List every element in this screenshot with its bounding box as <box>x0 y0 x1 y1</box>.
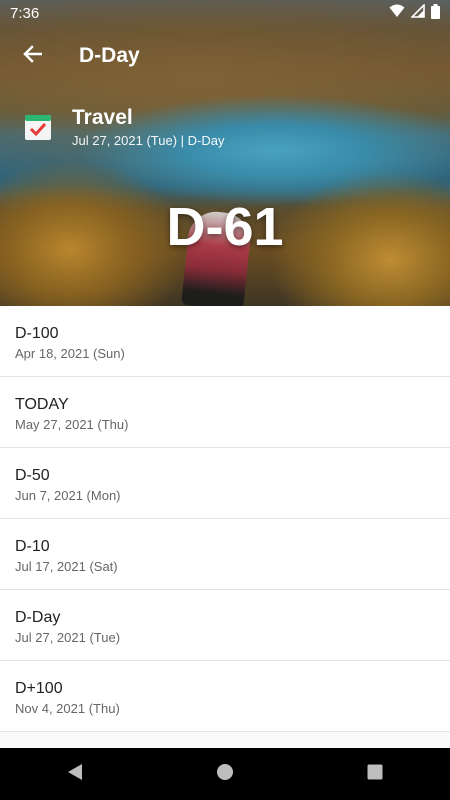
app-bar: D-Day <box>0 26 450 86</box>
page-title: D-Day <box>79 44 140 67</box>
milestone-date: Nov 4, 2021 (Thu) <box>15 701 120 716</box>
nav-recents-button[interactable] <box>345 748 405 800</box>
arrow-back-icon <box>22 44 43 69</box>
milestone-label: D+100 <box>15 680 63 697</box>
milestone-label: TODAY <box>15 396 69 413</box>
status-time: 7:36 <box>10 4 40 22</box>
milestone-date: May 27, 2021 (Thu) <box>15 417 129 432</box>
list-item[interactable]: TODAY May 27, 2021 (Thu) <box>0 377 450 448</box>
event-title: Travel <box>72 106 133 129</box>
status-icons <box>389 3 440 23</box>
back-button[interactable] <box>2 26 62 86</box>
list-item[interactable]: D+100 Nov 4, 2021 (Thu) <box>0 661 450 732</box>
signal-icon <box>410 3 425 22</box>
status-bar: 7:36 <box>0 0 450 26</box>
event-subtitle: Jul 27, 2021 (Tue) | D-Day <box>72 133 225 148</box>
countdown-display: D-61 <box>166 197 284 257</box>
nav-home-button[interactable] <box>195 748 255 800</box>
event-info: Travel Jul 27, 2021 (Tue) | D-Day <box>24 104 224 150</box>
milestone-label: D-50 <box>15 467 50 484</box>
battery-icon <box>431 3 440 23</box>
milestone-date: Apr 18, 2021 (Sun) <box>15 346 125 361</box>
milestone-date: Jun 7, 2021 (Mon) <box>15 488 121 503</box>
nav-recents-icon <box>367 764 383 785</box>
milestone-date: Jul 27, 2021 (Tue) <box>15 630 121 645</box>
system-nav-bar <box>0 748 450 800</box>
list-item[interactable]: D-100 Apr 18, 2021 (Sun) <box>0 306 450 377</box>
list-item[interactable]: D-Day Jul 27, 2021 (Tue) <box>0 590 450 661</box>
calendar-check-icon <box>24 113 52 141</box>
nav-back-button[interactable] <box>45 748 105 800</box>
milestone-date: Jul 17, 2021 (Sat) <box>15 559 118 574</box>
milestone-list: D-100 Apr 18, 2021 (Sun) TODAY May 27, 2… <box>0 306 450 748</box>
milestone-label: D-Day <box>15 609 61 626</box>
event-text: Travel Jul 27, 2021 (Tue) | D-Day <box>72 104 224 150</box>
wifi-icon <box>389 4 405 22</box>
milestone-label: D-100 <box>15 325 59 342</box>
nav-home-icon <box>216 763 234 786</box>
list-item[interactable]: D-10 Jul 17, 2021 (Sat) <box>0 519 450 590</box>
list-item[interactable]: D-50 Jun 7, 2021 (Mon) <box>0 448 450 519</box>
nav-back-icon <box>67 763 83 786</box>
milestone-label: D-10 <box>15 538 50 555</box>
